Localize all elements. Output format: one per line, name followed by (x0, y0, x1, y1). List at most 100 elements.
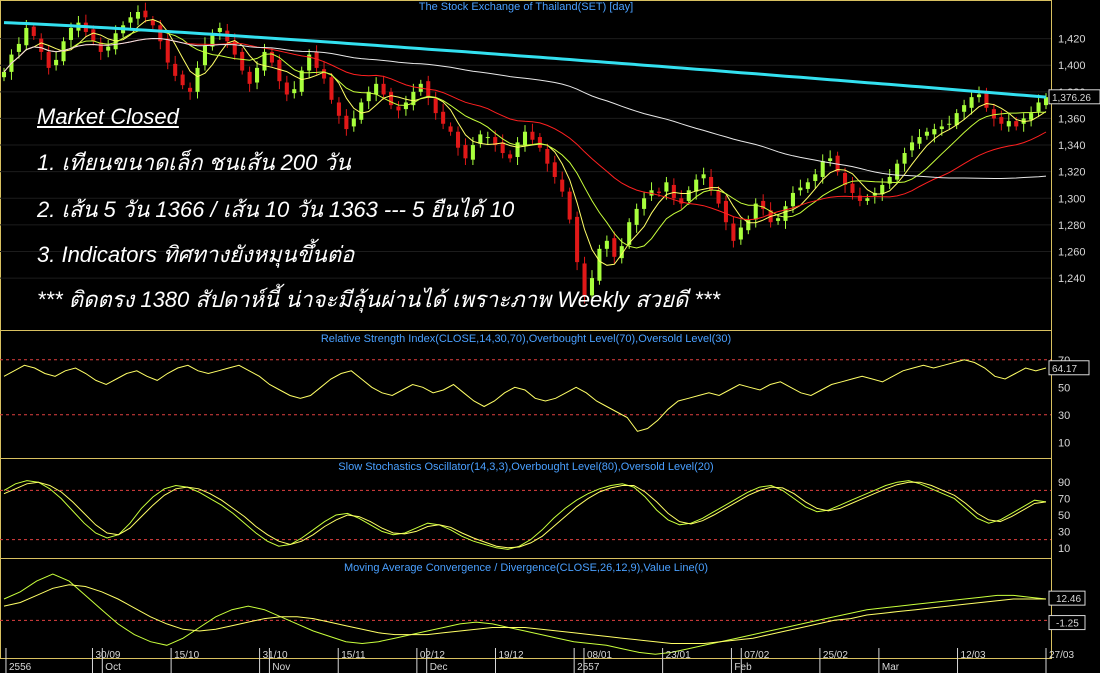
candle-body-up (292, 89, 297, 94)
rsi-panel-title: Relative Strength Index(CLOSE,14,30,70),… (321, 333, 731, 345)
candle-body-up (813, 174, 818, 181)
candle-body-down (441, 111, 446, 124)
candle-body-down (173, 63, 178, 76)
candle-body-up (865, 198, 870, 201)
candle-body-up (805, 182, 810, 189)
date-label: 23/01 (666, 650, 691, 661)
candle-body-down (150, 19, 155, 26)
candle-body-up (351, 118, 356, 127)
candle-body-down (656, 191, 662, 193)
candle-body-down (984, 91, 989, 108)
price-tick-label: 1,260 (1058, 246, 1086, 258)
macd-panel-title: Moving Average Convergence / Divergence(… (344, 562, 708, 574)
price-tick-label: 1,340 (1058, 140, 1086, 152)
stochastic-tick-label: 30 (1058, 526, 1070, 538)
stochastic-tick-label: 10 (1058, 543, 1070, 555)
candle-body-up (686, 190, 691, 201)
annotation-heading: Market Closed (37, 104, 179, 129)
candle-body-down (240, 51, 245, 71)
candle-body-up (976, 94, 982, 98)
price-tick-label: 1,240 (1058, 273, 1086, 285)
price-panel-title: The Stock Exchange of Thailand(SET) [day… (419, 1, 633, 13)
candle-body-down (165, 38, 170, 63)
candle-body-up (642, 198, 647, 209)
date-label: Feb (734, 662, 752, 673)
annotation-line-2: 2. เส้น 5 วัน 1366 / เส้น 10 วัน 1363 --… (37, 197, 515, 222)
candle-body-down (433, 98, 438, 114)
candle-body-up (776, 218, 781, 221)
date-label: Mar (882, 662, 900, 673)
price-tick-label: 1,320 (1058, 167, 1086, 179)
candle-body-up (1, 71, 7, 78)
candle-body-down (850, 183, 855, 193)
stochastic-tick-label: 70 (1058, 494, 1070, 506)
set-chart: The Stock Exchange of Thailand(SET) [day… (0, 0, 1100, 673)
date-label: 31/10 (263, 650, 288, 661)
candle-body-down (39, 38, 44, 52)
candle-body-down (381, 83, 386, 95)
candle-body-up (634, 208, 639, 225)
annotation-line-3: 3. Indicators ทิศทางยังหมุนขึ้นต่อ (37, 242, 355, 267)
candle-body-up (299, 70, 304, 92)
annotation-line-1: 1. เทียนขนาดเล็ก ชนเส้น 200 วัน (37, 150, 351, 175)
price-last-value: 1,376.26 (1052, 93, 1091, 104)
candle-body-up (195, 67, 200, 92)
candle-body-up (924, 131, 929, 136)
candle (329, 73, 334, 104)
candle-body-down (247, 71, 252, 84)
candle (299, 66, 304, 96)
rsi-tick-label: 50 (1058, 382, 1070, 394)
candle-body-down (396, 106, 401, 111)
candle-body-up (255, 67, 260, 83)
candle-body-up (1029, 113, 1034, 120)
candle-body-down (455, 131, 461, 148)
candle-body-down (545, 149, 550, 164)
candle-body-up (694, 179, 699, 192)
candle-body-down (575, 216, 580, 263)
candle-body-down (463, 145, 468, 159)
rsi-tick-label: 10 (1058, 437, 1070, 449)
candle-body-up (485, 137, 490, 139)
candle-body-down (143, 10, 148, 18)
candle-body-up (106, 46, 111, 51)
candle-body-up (738, 227, 743, 240)
date-label: 02/12 (420, 650, 445, 661)
candle-body-down (723, 200, 728, 223)
candle-body-down (991, 109, 996, 119)
candle-body-up (783, 206, 788, 221)
date-label: 15/11 (341, 650, 366, 661)
candle-body-down (671, 184, 676, 199)
candle-body-down (344, 115, 349, 130)
candle-body-up (820, 161, 825, 177)
candle-body-down (388, 91, 394, 106)
candle-body-up (217, 27, 222, 32)
date-label: Nov (272, 662, 290, 673)
candle-body-down (731, 223, 736, 241)
price-tick-label: 1,280 (1058, 220, 1086, 232)
price-tick-label: 1,420 (1058, 34, 1086, 46)
candle-body-up (359, 102, 364, 120)
candle-body-down (180, 74, 185, 86)
candle (567, 187, 572, 224)
rsi-last-value: 64.17 (1052, 364, 1077, 375)
candle-body-down (999, 117, 1004, 124)
candle-body-down (612, 238, 617, 257)
date-label: Dec (430, 662, 448, 673)
candle-body-up (128, 17, 133, 23)
candle-body-up (828, 158, 833, 162)
date-label: 15/10 (174, 650, 199, 661)
candle-body-up (478, 134, 483, 144)
candle-body-up (68, 27, 74, 40)
date-label: 30/09 (95, 650, 120, 661)
date-label: 2557 (577, 662, 600, 673)
candle-body-down (537, 137, 542, 148)
candle-body-up (798, 187, 803, 191)
candle (575, 211, 580, 271)
candle-body-down (448, 126, 453, 132)
candle-body-up (902, 153, 907, 164)
date-label: 08/01 (587, 650, 612, 661)
price-tick-label: 1,300 (1058, 193, 1086, 205)
stochastic-tick-label: 90 (1058, 477, 1070, 489)
candle-body-up (1036, 102, 1041, 112)
rsi-tick-label: 30 (1058, 410, 1070, 422)
